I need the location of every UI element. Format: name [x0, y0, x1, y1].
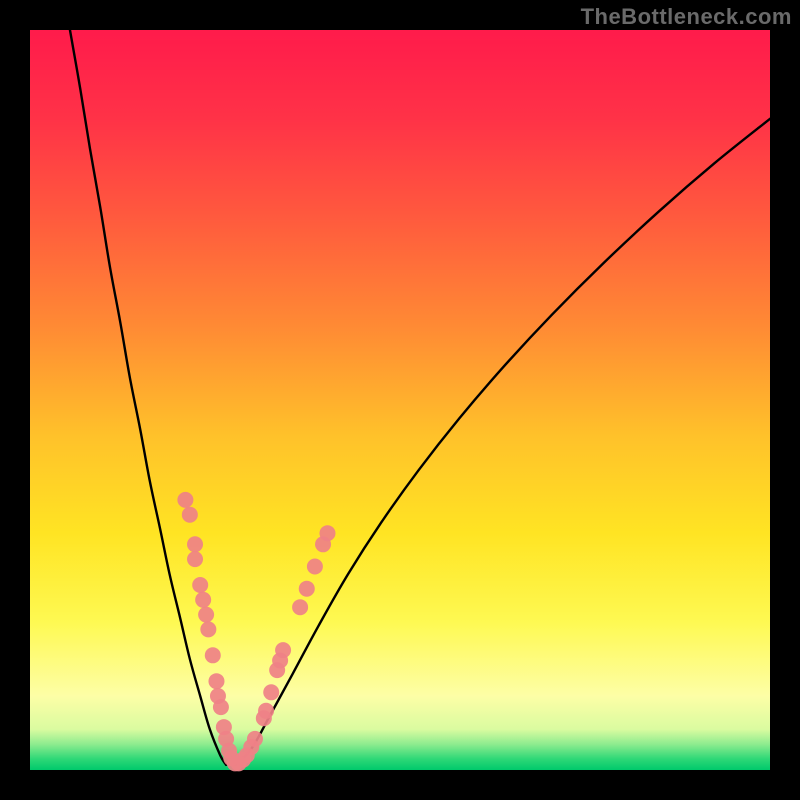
curve-left-branch: [70, 30, 226, 765]
annotation-dot: [247, 731, 263, 747]
annotation-dot: [200, 621, 216, 637]
annotation-dot: [292, 599, 308, 615]
dots-layer: [177, 492, 335, 771]
annotation-dot: [182, 507, 198, 523]
annotation-dot: [205, 647, 221, 663]
annotation-dot: [187, 551, 203, 567]
curve-right-branch: [236, 119, 770, 765]
annotation-dot: [187, 536, 203, 552]
annotation-dot: [195, 592, 211, 608]
annotation-dot: [263, 684, 279, 700]
annotation-dot: [258, 703, 274, 719]
annotation-dot: [198, 607, 214, 623]
annotation-dot: [208, 673, 224, 689]
chart-svg: [30, 30, 770, 770]
annotation-dot: [307, 559, 323, 575]
annotation-dot: [319, 525, 335, 541]
plot-area: [30, 30, 770, 770]
annotation-dot: [213, 699, 229, 715]
chart-frame: TheBottleneck.com: [0, 0, 800, 800]
annotation-dot: [275, 642, 291, 658]
annotation-dot: [299, 581, 315, 597]
curve-layer: [70, 30, 770, 765]
watermark-text: TheBottleneck.com: [581, 4, 792, 30]
annotation-dot: [177, 492, 193, 508]
annotation-dot: [192, 577, 208, 593]
